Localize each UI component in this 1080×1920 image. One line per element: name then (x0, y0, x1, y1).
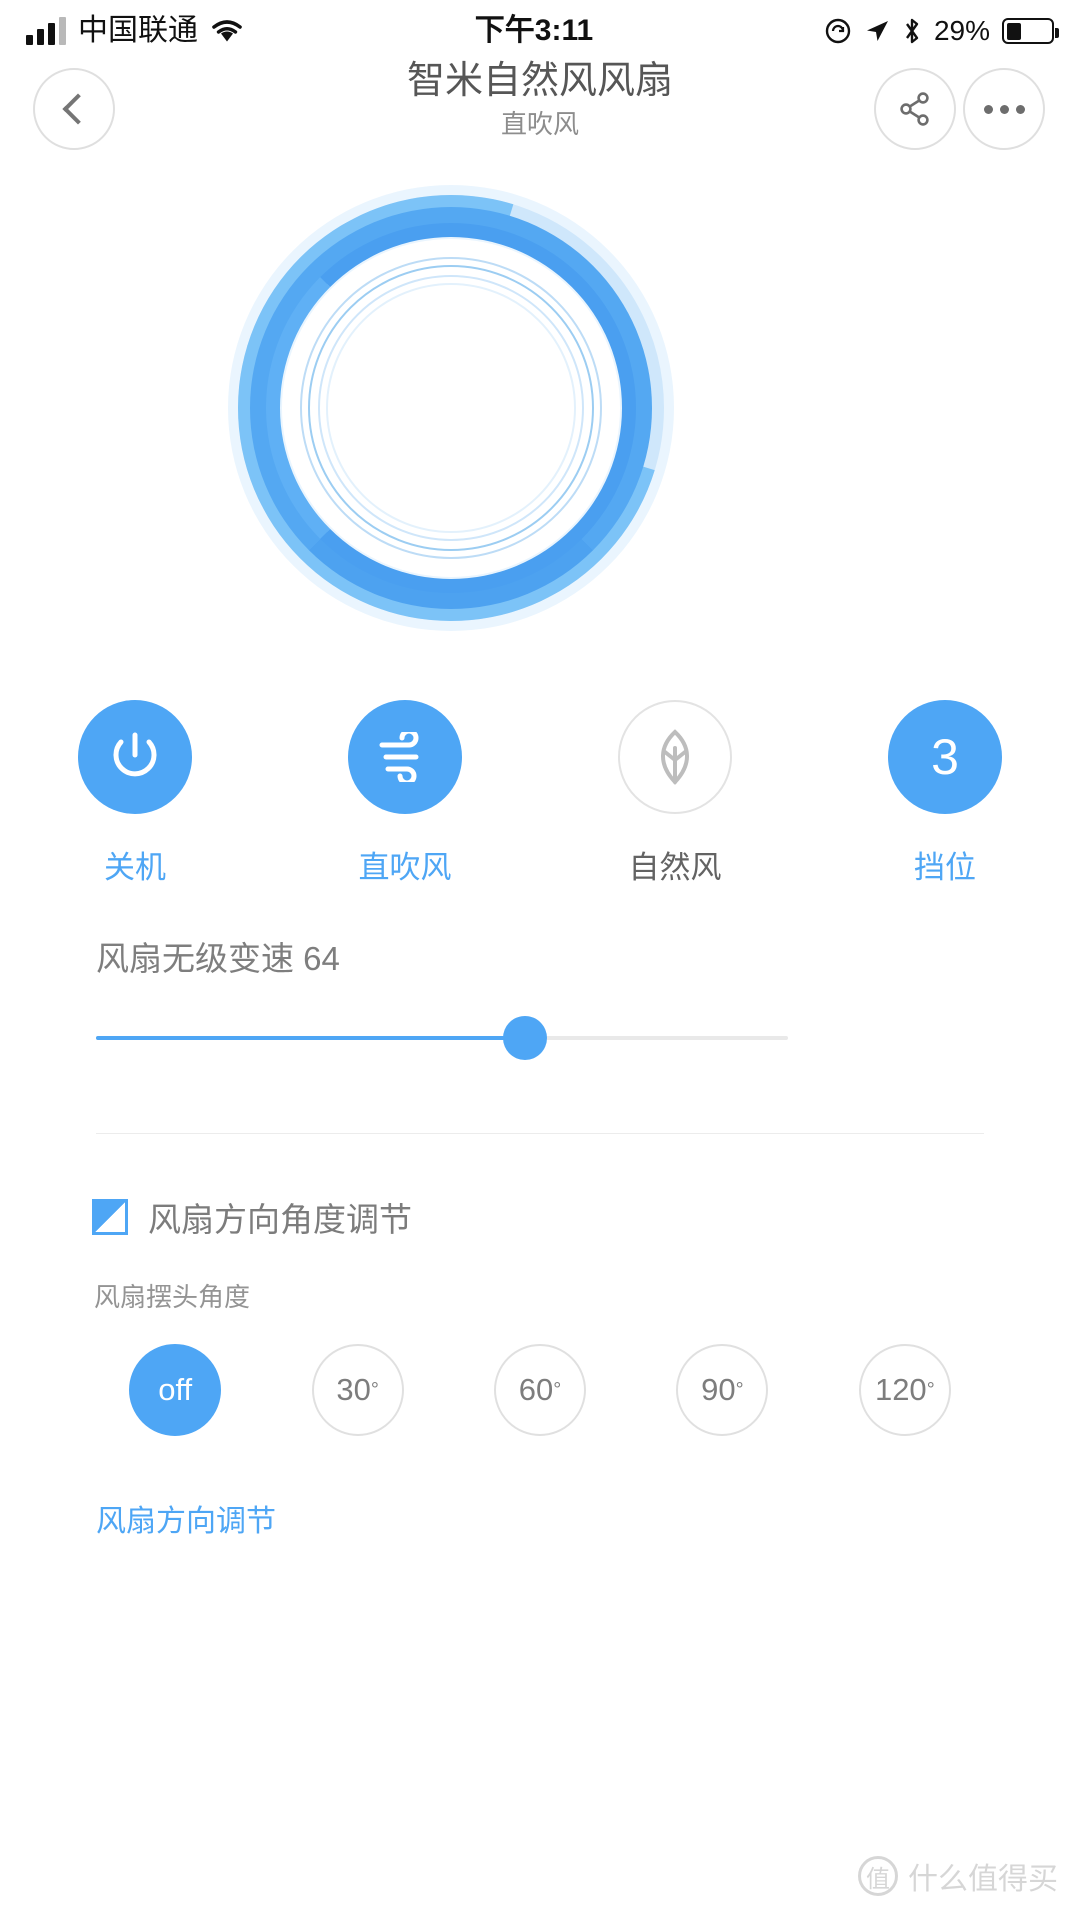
watermark-badge: 值 (858, 1856, 898, 1896)
speed-label: 风扇无级变速 64 (96, 940, 340, 977)
mode-power[interactable]: 关机 (0, 700, 270, 887)
share-button[interactable] (874, 68, 956, 150)
mode-gear-level-label: 挡位 (914, 850, 976, 885)
more-options-button[interactable] (963, 68, 1045, 150)
mode-gear-level[interactable]: 3 挡位 (810, 700, 1080, 887)
fan-direction-link[interactable]: 风扇方向调节 (96, 1496, 276, 1540)
mode-gear-level-circle[interactable]: 3 (888, 700, 1002, 814)
mode-direct-wind-label: 直吹风 (358, 850, 452, 885)
angle-option-off[interactable]: off (84, 1344, 266, 1436)
angle-section-title: 风扇方向角度调节 (148, 1201, 412, 1238)
status-bar: 中国联通 下午3:11 29% (0, 0, 1080, 62)
mode-natural-wind-label: 自然风 (628, 850, 722, 885)
angle-option-30-button[interactable]: 30 ° (311, 1344, 404, 1436)
clock-label: 下午3:11 (474, 14, 594, 47)
angle-sub-label: 风扇摆头角度 (94, 1282, 251, 1312)
mode-button-row: 关机 直吹风 自然风 3 挡位 (0, 700, 1080, 887)
angle-option-row: off 30 ° 60 ° 90 ° 120 ° (0, 1344, 1080, 1436)
degree-symbol: ° (370, 1379, 379, 1401)
angle-option-60-button[interactable]: 60 ° (494, 1344, 587, 1436)
gear-level-value: 3 (931, 729, 959, 785)
watermark-text: 什么值得买 (908, 1863, 1058, 1896)
nav-bar: 智米自然风风扇 直吹风 (0, 60, 1080, 162)
status-bar-left: 中国联通 (26, 16, 244, 46)
divider-top (96, 1133, 984, 1134)
battery-percent-label: 29% (933, 15, 990, 46)
angle-option-label: 120 (874, 1372, 927, 1407)
mode-power-label: 关机 (104, 850, 166, 885)
angle-option-120[interactable]: 120 ° (814, 1344, 996, 1436)
fan-ring-visualization (162, 119, 740, 697)
mode-power-circle[interactable] (78, 700, 192, 814)
mode-natural-wind-circle[interactable] (618, 700, 732, 814)
angle-option-off-button[interactable]: off (129, 1344, 222, 1436)
watermark: 值 什么值得买 (858, 1854, 1058, 1898)
ellipsis-icon (983, 104, 1025, 114)
angle-option-label: 60 (518, 1372, 554, 1407)
angle-option-90-button[interactable]: 90 ° (676, 1344, 769, 1436)
fan-ring-thin-4 (326, 283, 576, 533)
wind-icon (379, 732, 419, 782)
angle-adjust-icon (92, 1199, 128, 1235)
angle-option-60[interactable]: 60 ° (449, 1344, 631, 1436)
status-bar-center: 下午3:11 (244, 16, 824, 46)
carrier-label: 中国联通 (78, 14, 198, 47)
angle-section-header: 风扇方向角度调节 (92, 1193, 412, 1241)
angle-option-120-button[interactable]: 120 ° (858, 1344, 951, 1436)
speed-slider-thumb[interactable] (503, 1016, 548, 1060)
bluetooth-icon (905, 18, 919, 44)
angle-option-label: 90 (701, 1372, 736, 1407)
wifi-icon (212, 20, 242, 42)
degree-symbol: ° (926, 1379, 935, 1401)
rotation-lock-icon (825, 18, 851, 44)
mode-natural-wind[interactable]: 自然风 (540, 700, 810, 887)
share-icon (900, 92, 929, 126)
mode-direct-wind[interactable]: 直吹风 (270, 700, 540, 887)
leaf-icon (661, 729, 689, 785)
fan-control-screen: 中国联通 下午3:11 29% 智米自然风风扇 直吹风 关机 直吹风 自然风 3… (0, 0, 1080, 1920)
degree-symbol: ° (553, 1379, 562, 1401)
speed-slider[interactable] (96, 1016, 788, 1060)
status-bar-right: 29% (824, 15, 1059, 46)
signal-bars-icon (26, 17, 66, 45)
degree-symbol: ° (735, 1379, 744, 1401)
power-icon (113, 732, 157, 777)
location-arrow-icon (866, 21, 888, 41)
angle-option-30[interactable]: 30 ° (266, 1344, 448, 1436)
angle-option-label: off (158, 1372, 193, 1407)
angle-option-90[interactable]: 90 ° (631, 1344, 813, 1436)
angle-option-label: 30 (336, 1372, 371, 1407)
battery-icon (1002, 18, 1059, 44)
mode-direct-wind-circle[interactable] (348, 700, 462, 814)
speed-slider-fill (96, 1036, 526, 1040)
